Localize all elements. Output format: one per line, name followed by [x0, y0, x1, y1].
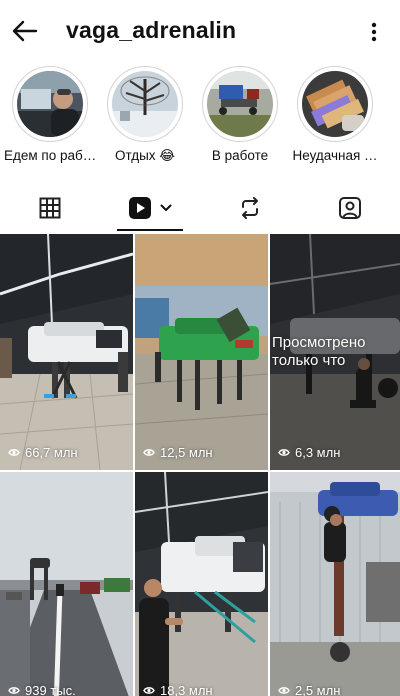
grid-tab[interactable]: [0, 186, 100, 230]
reel-thumbnail[interactable]: 12,5 млн: [135, 234, 268, 470]
reel-views-count: 939 тыс.: [25, 683, 76, 696]
eye-icon: [143, 687, 155, 694]
highlight-item[interactable]: Отдых 😂: [99, 66, 191, 164]
highlight-label: Едем по раб…: [4, 148, 96, 163]
highlight-label: Отдых 😂: [114, 148, 176, 163]
story-highlights: Едем по раб… Отдых 😂 В работе Неудачная …: [0, 66, 400, 176]
reel-views-count: 18,3 млн: [160, 683, 213, 696]
reel-views: 6,3 млн: [278, 445, 340, 460]
reel-views: 939 тыс.: [8, 683, 76, 696]
reels-icon: [129, 197, 151, 219]
highlight-thumbnail: [17, 71, 83, 137]
more-options-button[interactable]: [364, 18, 384, 46]
highlight-thumbnail: [302, 71, 368, 137]
reel-views-count: 6,3 млн: [295, 445, 341, 460]
highlight-ring: [107, 66, 183, 142]
reel-thumbnail[interactable]: 66,7 млн: [0, 234, 133, 470]
reel-views-count: 66,7 млн: [25, 445, 78, 460]
reel-views: 12,5 млн: [143, 445, 213, 460]
reel-thumbnail[interactable]: 939 тыс.: [0, 472, 133, 696]
profile-tabs: [0, 186, 400, 232]
reel-thumbnail[interactable]: Просмотрено только что 6,3 млн: [270, 234, 400, 470]
highlight-ring: [297, 66, 373, 142]
reel-thumbnail[interactable]: 2,5 млн: [270, 472, 400, 696]
reel-thumbnail[interactable]: 18,3 млн: [135, 472, 268, 696]
highlight-ring: [12, 66, 88, 142]
highlight-item[interactable]: Едем по раб…: [4, 66, 96, 163]
chevron-down-icon: [160, 204, 172, 211]
tagged-tab[interactable]: [300, 186, 400, 230]
reel-views-count: 12,5 млн: [160, 445, 213, 460]
repost-icon: [242, 197, 258, 219]
eye-icon: [8, 687, 20, 694]
tagged-person-icon: [339, 197, 361, 219]
reel-views: 2,5 млн: [278, 683, 340, 696]
arrow-left-icon: [12, 20, 38, 42]
reel-views-count: 2,5 млн: [295, 683, 341, 696]
eye-icon: [143, 449, 155, 456]
highlight-thumbnail: [112, 71, 178, 137]
eye-icon: [278, 449, 290, 456]
watched-label: Просмотрено только что: [272, 334, 366, 369]
highlight-thumbnail: [207, 71, 273, 137]
profile-username: vaga_adrenalin: [66, 17, 237, 43]
back-button[interactable]: [8, 14, 42, 48]
more-vertical-icon: [371, 22, 377, 42]
highlight-label: В работе: [211, 148, 269, 163]
profile-header: vaga_adrenalin: [0, 0, 400, 64]
eye-icon: [278, 687, 290, 694]
eye-icon: [8, 449, 20, 456]
reel-views: 18,3 млн: [143, 683, 213, 696]
highlight-label: Неудачная …: [292, 148, 378, 163]
highlight-item[interactable]: В работе: [194, 66, 286, 163]
reels-tab[interactable]: [100, 186, 200, 230]
grid-icon: [39, 197, 61, 219]
reel-views: 66,7 млн: [8, 445, 78, 460]
highlight-ring: [202, 66, 278, 142]
highlight-item[interactable]: Неудачная …: [289, 66, 381, 163]
active-tab-indicator: [117, 229, 183, 231]
reposts-tab[interactable]: [200, 186, 300, 230]
reels-grid: 66,7 млн 12,5 млн Просмотрено только что…: [0, 234, 400, 696]
